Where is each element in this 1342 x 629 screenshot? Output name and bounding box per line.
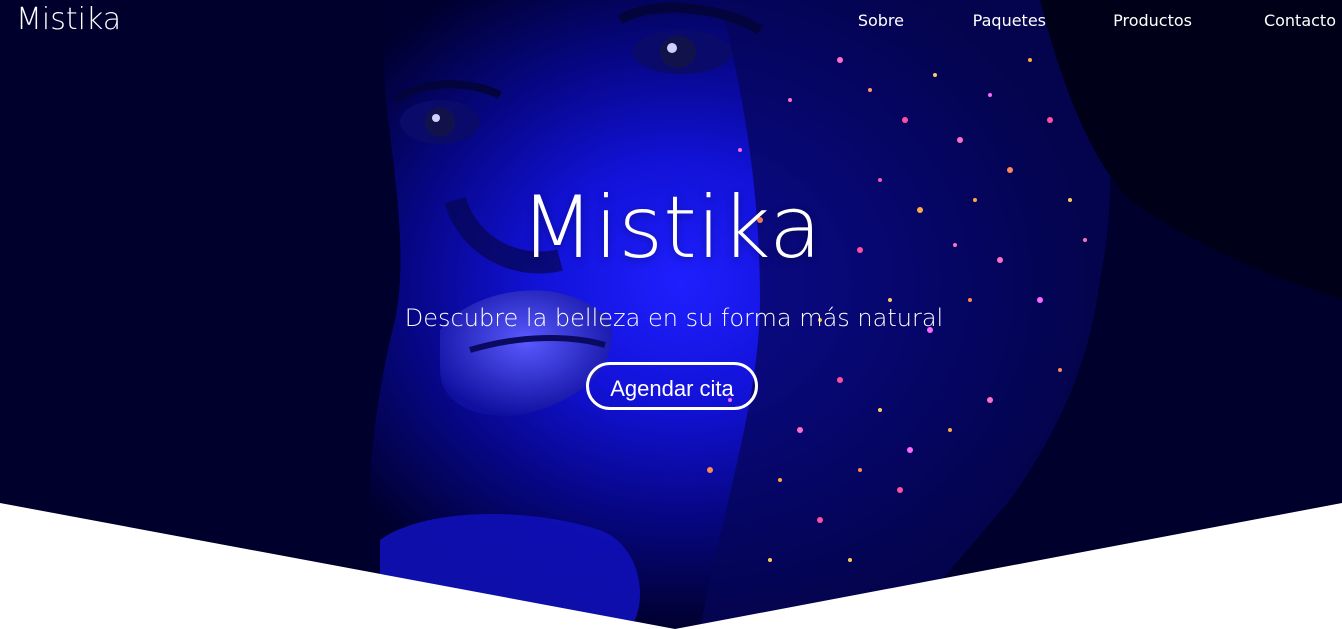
nav-item-paquetes[interactable]: Paquetes xyxy=(973,11,1046,30)
nav-item-sobre[interactable]: Sobre xyxy=(858,11,904,30)
nav-item-contacto[interactable]: Contacto xyxy=(1264,11,1336,30)
brand-logo[interactable]: Mistika xyxy=(16,2,121,37)
hero-title: Mistika xyxy=(520,178,822,278)
top-navbar: Mistika Sobre Paquetes Productos Contact… xyxy=(0,0,1342,42)
hero-section: Mistika Sobre Paquetes Productos Contact… xyxy=(0,0,1342,629)
nav-item-productos[interactable]: Productos xyxy=(1113,11,1192,30)
book-appointment-button[interactable]: Agendar cita xyxy=(586,362,758,410)
hero-subtitle: Descubre la belleza en su forma más natu… xyxy=(404,304,944,332)
